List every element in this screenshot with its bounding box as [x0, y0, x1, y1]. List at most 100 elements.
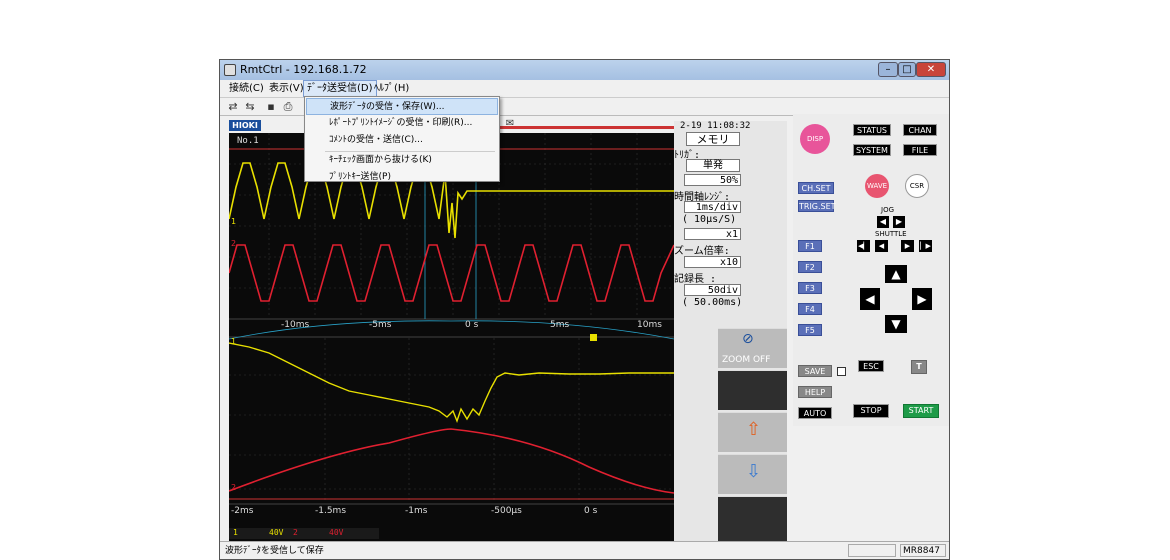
hioki-logo: HIOKI [229, 120, 261, 131]
cursor-left-button[interactable]: ◀ [860, 288, 880, 310]
upper-tick-1: -10ms [281, 320, 310, 330]
lower-tick-3: -1ms [405, 506, 428, 516]
record-length-value: 50div [684, 284, 741, 296]
scroll-up-key[interactable]: ⇧ [718, 412, 787, 452]
connect-icon[interactable]: ⇄ [226, 100, 240, 114]
menu-bar: 接続(C) 表示(V) ﾃﾞｰﾀ送受信(D) ﾍﾙﾌﾟ(H) [220, 80, 949, 97]
app-icon [224, 64, 236, 76]
upper-tick-3: 0 s [465, 320, 479, 330]
lower-tick-1: -2ms [231, 506, 254, 516]
zoom-function-key[interactable]: ⊘ ZOOM OFF [718, 328, 787, 368]
chan-button[interactable]: CHAN [903, 124, 937, 136]
system-button[interactable]: SYSTEM [853, 144, 891, 156]
menu-data-transfer[interactable]: ﾃﾞｰﾀ送受信(D) [303, 80, 377, 97]
menu-help[interactable]: ﾍﾙﾌﾟ(H) [371, 80, 412, 97]
upper-tick-2: -5ms [369, 320, 392, 330]
file-button[interactable]: FILE [903, 144, 937, 156]
print-icon[interactable]: ⎙ [281, 100, 295, 114]
help-button[interactable]: HELP [798, 386, 832, 398]
status-text: 波形ﾃﾞｰﾀを受信して保存 [225, 546, 324, 556]
zoom-off-label: ZOOM OFF [722, 355, 771, 365]
f4-button[interactable]: F4 [798, 303, 822, 315]
trigger-value: 単発 [686, 159, 740, 172]
data-transfer-menu: 波形ﾃﾞｰﾀの受信・保存(W)... ﾚﾎﾟｰﾄﾌﾟﾘﾝﾄｲﾒｰｼﾞの受信・印刷… [304, 96, 500, 182]
f5-button[interactable]: F5 [798, 324, 822, 336]
ch2-marker: 2 [231, 239, 237, 248]
lower-tick-4: -500μs [491, 506, 522, 516]
ch2-range: 40V [329, 528, 344, 537]
upper-tick-4: 5ms [550, 320, 570, 330]
shuttle-left-button[interactable]: ◀ [875, 240, 888, 252]
scroll-down-key[interactable]: ⇩ [718, 454, 787, 494]
status-field [848, 544, 896, 557]
shuttle-right-button[interactable]: ▶ [901, 240, 914, 252]
auto-button[interactable]: AUTO [798, 407, 832, 419]
status-bar: 波形ﾃﾞｰﾀを受信して保存 MR8847 [220, 541, 949, 559]
arrow-down-icon: ⇩ [746, 461, 762, 482]
t-button[interactable]: T [911, 360, 927, 374]
arrow-up-icon: ⇧ [746, 419, 762, 440]
title-bar: RmtCtrl - 192.168.1.72 – □ ✕ [220, 60, 949, 80]
lower-tick-2: -1.5ms [315, 506, 347, 516]
cursor-right-button[interactable]: ▶ [912, 288, 932, 310]
f1-button[interactable]: F1 [798, 240, 822, 252]
menu-view[interactable]: 表示(V) [266, 80, 307, 97]
ch1-range-label: 1 [233, 528, 238, 537]
lower-ch1-marker: 1 [231, 337, 237, 346]
stop-button[interactable]: STOP [853, 404, 889, 418]
jog-right-button[interactable]: ▶ [893, 216, 905, 228]
blank-function-key-2[interactable] [718, 496, 787, 541]
channel-number: No.1 [237, 136, 259, 146]
jog-left-button[interactable]: ◀ [877, 216, 889, 228]
disconnect-icon[interactable]: ⇆ [243, 100, 257, 114]
pretrigger-value: 50% [684, 174, 741, 186]
zoom-icon: ⊘ [742, 331, 754, 347]
blank-function-key[interactable] [718, 370, 787, 410]
lower-tick-5: 0 s [584, 506, 598, 516]
csr-button[interactable]: CSR [905, 174, 929, 198]
shuttle-right-fast-button[interactable]: ▏▶ [919, 240, 932, 252]
waveform-svg [228, 133, 675, 505]
menu-item-exit-keycheck[interactable]: ｷｰﾁｪｯｸ画面から抜ける(K) [306, 152, 498, 169]
zoom-value: x10 [684, 256, 741, 268]
start-button[interactable]: START [903, 404, 939, 418]
ch2-range-label: 2 [293, 528, 298, 537]
ch1-range: 40V [269, 528, 284, 537]
channel-range-bar: 1 40V 2 40V [229, 528, 379, 539]
upper-tick-5: 10ms [637, 320, 662, 330]
save-button[interactable]: SAVE [798, 365, 832, 377]
shuttle-label: SHUTTLE [875, 230, 907, 238]
record-time: ( 50.00ms) [682, 297, 743, 308]
lower-ch2-marker: 2 [231, 483, 237, 492]
clock: 2-19 11:08:32 [680, 121, 751, 131]
menu-item-comment[interactable]: ｺﾒﾝﾄの受信・送信(C)... [306, 132, 498, 149]
menu-connect[interactable]: 接続(C) [226, 80, 267, 97]
save-checkbox[interactable] [837, 367, 846, 376]
wave-button[interactable]: WAVE [865, 174, 889, 198]
status-button[interactable]: STATUS [853, 124, 891, 136]
minimize-button[interactable]: – [878, 62, 898, 77]
menu-item-report-print[interactable]: ﾚﾎﾟｰﾄﾌﾟﾘﾝﾄｲﾒｰｼﾞの受信・印刷(R)... [306, 115, 498, 132]
ch-set-button[interactable]: CH.SET [798, 182, 834, 194]
mode-label: メモリ [686, 132, 740, 146]
magnification-value: x1 [684, 228, 741, 240]
menu-item-receive-waveform[interactable]: 波形ﾃﾞｰﾀの受信・保存(W)... [306, 98, 498, 115]
trig-set-button[interactable]: TRIG.SET [798, 200, 836, 212]
timeaxis-value: 1ms/div [684, 201, 741, 213]
jog-label: JOG [881, 206, 894, 214]
f3-button[interactable]: F3 [798, 282, 822, 294]
shuttle-left-fast-button[interactable]: ◀▏ [857, 240, 870, 252]
cursor-up-button[interactable]: ▲ [885, 265, 907, 283]
save-icon[interactable]: ▪ [264, 100, 278, 114]
sample-rate: ( 10μs/S) [682, 214, 737, 225]
zoom-label: ズーム倍率: [674, 246, 730, 257]
esc-button[interactable]: ESC [858, 360, 884, 372]
maximize-button[interactable]: □ [898, 62, 916, 77]
menu-item-print-key[interactable]: ﾌﾟﾘﾝﾄｷｰ送信(P) [306, 169, 498, 186]
model-name: MR8847 [900, 544, 946, 557]
disp-button[interactable]: DISP [800, 124, 830, 154]
close-button[interactable]: ✕ [916, 62, 946, 77]
cursor-down-button[interactable]: ▼ [885, 315, 907, 333]
ch1-marker: 1 [231, 217, 237, 226]
f2-button[interactable]: F2 [798, 261, 822, 273]
